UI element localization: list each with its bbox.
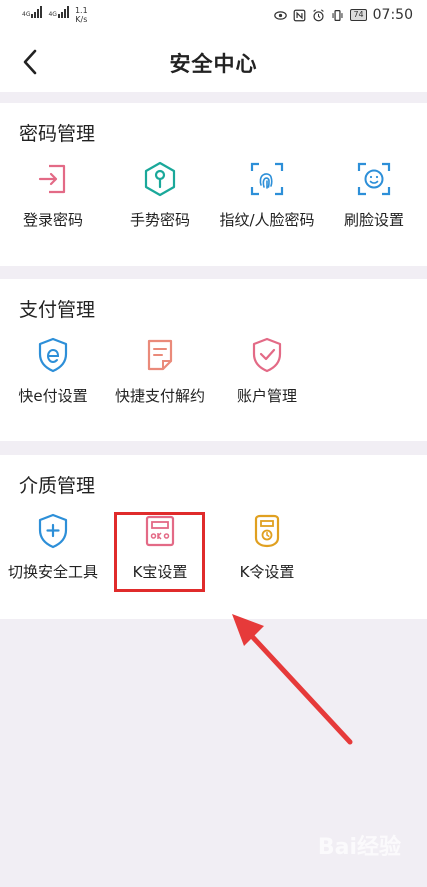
watermark: Bai经验 xyxy=(317,835,401,860)
annotation-arrow-icon xyxy=(232,614,353,745)
